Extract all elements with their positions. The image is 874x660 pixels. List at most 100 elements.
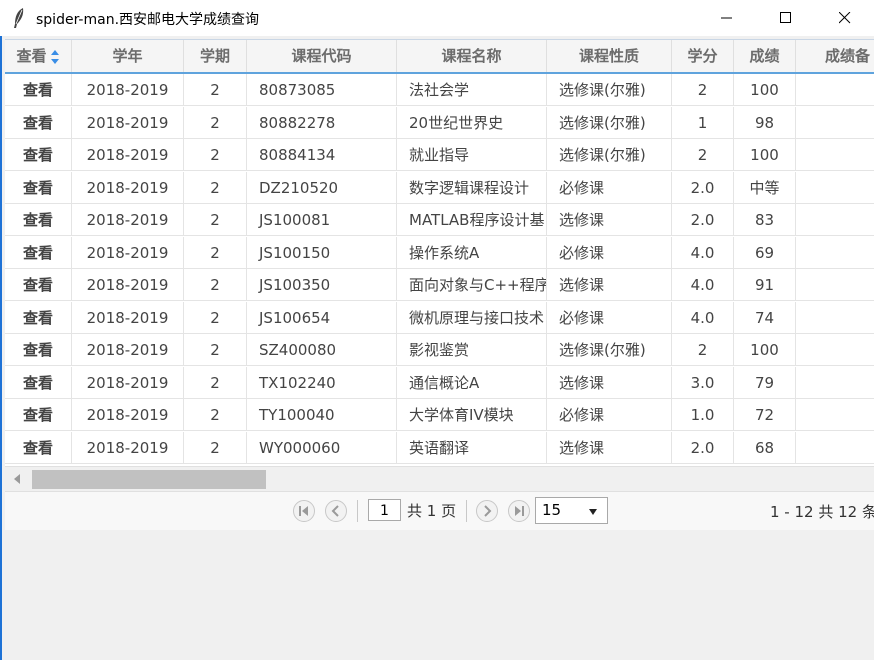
cell-year: 2018-2019 [72,236,184,269]
column-header-year[interactable]: 学年 [72,40,184,72]
cell-score: 69 [734,236,796,269]
cell-score-note [796,399,874,431]
cell-course-code: TX102240 [247,366,397,399]
cell-course-code: JS100150 [247,236,397,269]
cell-course-type: 选修课(尔雅) [547,106,672,139]
table-row[interactable]: 查看 2018-2019 2 JS100081 MATLAB程序设计基 选修课 2.0 83 [5,204,874,237]
view-link[interactable]: 查看 [5,106,72,139]
view-link[interactable]: 查看 [5,366,72,399]
pager-separator [466,500,467,522]
view-link[interactable]: 查看 [5,139,72,171]
next-page-button[interactable] [476,500,498,522]
view-link[interactable]: 查看 [5,74,72,106]
cell-credit: 2 [672,139,734,171]
cell-score: 98 [734,106,796,139]
prev-page-button[interactable] [325,500,347,522]
table-row[interactable]: 查看 2018-2019 2 JS100150 操作系统A 必修课 4.0 69 [5,236,874,270]
table-row[interactable]: 查看 2018-2019 2 SZ400080 影视鉴赏 选修课(尔雅) 2 100 [5,334,874,367]
view-link[interactable]: 查看 [5,399,72,431]
cell-term: 2 [184,399,247,431]
cell-course-type: 选修课 [547,431,672,464]
table-row[interactable]: 查看 2018-2019 2 80884134 就业指导 选修课(尔雅) 2 100 [5,139,874,172]
column-header-course-code[interactable]: 课程代码 [247,40,397,72]
table-row[interactable]: 查看 2018-2019 2 TX102240 通信概论A 选修课 3.0 79 [5,366,874,400]
cell-score: 72 [734,399,796,431]
column-header-score[interactable]: 成绩 [734,40,796,72]
column-header-credit[interactable]: 学分 [672,40,734,72]
table-header: 查看 学年 学期 课程代码 课程名称 课程性质 学分 成绩 成绩备 [5,40,874,74]
cell-credit: 1 [672,106,734,139]
last-page-icon [515,506,524,516]
cell-course-name: 就业指导 [397,139,547,171]
pagination-bar: 1 共 1 页 15 1 - 12 共 12 条 [5,491,874,530]
column-header-score-note[interactable]: 成绩备 [796,40,874,72]
total-pages-label: 共 1 页 [407,502,457,520]
cell-course-name: 英语翻译 [397,431,547,464]
cell-year: 2018-2019 [72,106,184,139]
cell-credit: 4.0 [672,269,734,301]
cell-course-name: 操作系统A [397,236,547,269]
table-row[interactable]: 查看 2018-2019 2 JS100654 微机原理与接口技术 必修课 4.0 74 [5,301,874,335]
minimize-button[interactable] [698,0,756,36]
view-link[interactable]: 查看 [5,269,72,301]
cell-score: 100 [734,334,796,366]
title-bar: spider-man.西安邮电大学成绩查询 [0,0,874,36]
cell-year: 2018-2019 [72,204,184,236]
cell-course-name: 影视鉴赏 [397,334,547,366]
view-link[interactable]: 查看 [5,334,72,366]
cell-term: 2 [184,431,247,464]
horizontal-scrollbar[interactable] [5,466,874,491]
record-count-label: 1 - 12 共 12 条 [770,503,874,521]
sort-icon [50,49,59,64]
cell-year: 2018-2019 [72,269,184,301]
view-link[interactable]: 查看 [5,171,72,204]
table-row[interactable]: 查看 2018-2019 2 DZ210520 数字逻辑课程设计 必修课 2.0 中等 [5,171,874,205]
grade-table: 查看 学年 学期 课程代码 课程名称 课程性质 学分 成绩 成绩备 查看 2018… [5,39,874,530]
first-page-button[interactable] [293,500,315,522]
cell-credit: 4.0 [672,236,734,269]
cell-term: 2 [184,204,247,236]
minimize-icon [721,17,732,19]
cell-course-code: JS100654 [247,301,397,334]
column-header-course-name[interactable]: 课程名称 [397,40,547,72]
cell-course-name: 数字逻辑课程设计 [397,171,547,204]
view-link[interactable]: 查看 [5,204,72,236]
cell-credit: 1.0 [672,399,734,431]
table-row[interactable]: 查看 2018-2019 2 TY100040 大学体育IV模块 必修课 1.0 72 [5,399,874,432]
cell-score: 91 [734,269,796,301]
scroll-left-icon[interactable] [14,474,20,484]
maximize-button[interactable] [757,0,815,36]
cell-course-name: 法社会学 [397,74,547,106]
cell-course-type: 必修课 [547,171,672,204]
cell-course-code: JS100350 [247,269,397,301]
table-row[interactable]: 查看 2018-2019 2 80882278 20世纪世界史 选修课(尔雅) 1 98 [5,106,874,140]
cell-score-note [796,172,874,204]
cell-score-note [796,237,874,269]
chevron-down-icon [589,509,597,515]
cell-score: 中等 [734,171,796,204]
page-size-value: 15 [542,501,562,519]
column-header-view[interactable]: 查看 [5,40,72,72]
table-row[interactable]: 查看 2018-2019 2 WY000060 英语翻译 选修课 2.0 68 [5,431,874,465]
page-size-select[interactable]: 15 [535,497,608,524]
table-row[interactable]: 查看 2018-2019 2 JS100350 面向对象与C++程序 选修课 4.0 91 [5,269,874,302]
last-page-button[interactable] [508,500,530,522]
column-header-term[interactable]: 学期 [184,40,247,72]
cell-score: 74 [734,301,796,334]
column-header-course-type[interactable]: 课程性质 [547,40,672,72]
cell-score: 68 [734,431,796,464]
cell-credit: 2.0 [672,204,734,236]
cell-year: 2018-2019 [72,431,184,464]
close-button[interactable] [816,0,874,36]
view-link[interactable]: 查看 [5,236,72,269]
cell-score-note [796,334,874,366]
view-link[interactable]: 查看 [5,431,72,464]
table-row[interactable]: 查看 2018-2019 2 80873085 法社会学 选修课(尔雅) 2 100 [5,74,874,107]
cell-course-name: 面向对象与C++程序 [397,269,547,301]
next-page-icon [484,505,492,517]
page-number-input[interactable]: 1 [368,499,401,521]
cell-course-code: WY000060 [247,431,397,464]
view-link[interactable]: 查看 [5,301,72,334]
scrollbar-thumb[interactable] [32,470,266,489]
cell-term: 2 [184,236,247,269]
